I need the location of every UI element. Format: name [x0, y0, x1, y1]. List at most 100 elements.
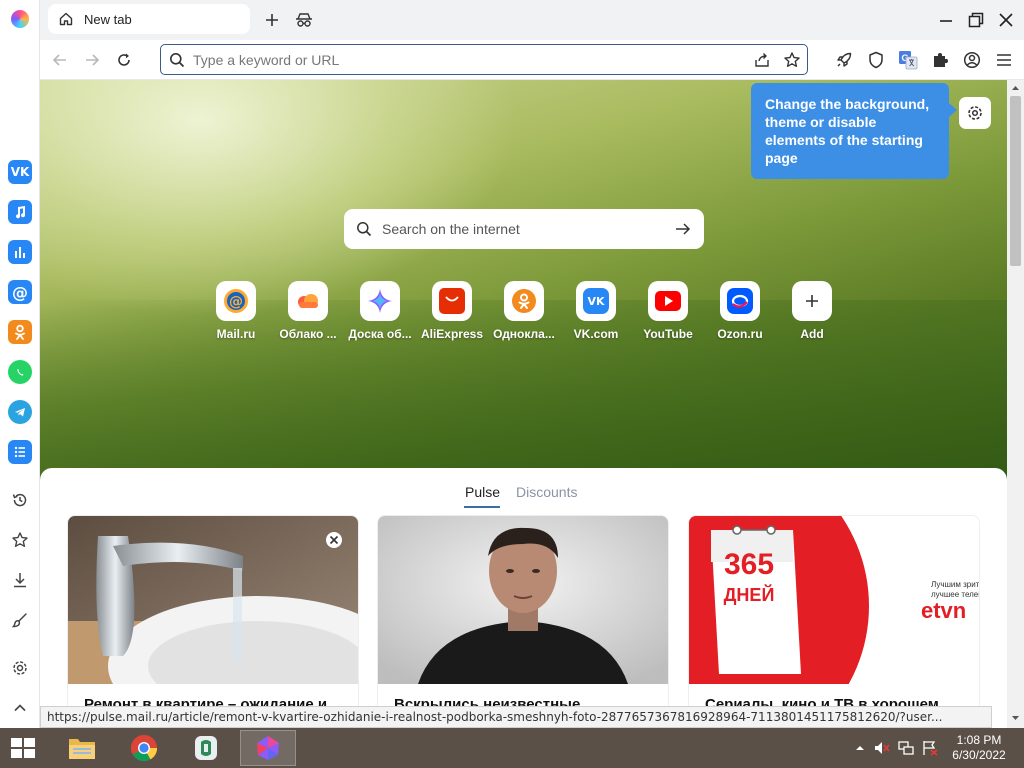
scrollbar-thumb[interactable]: [1010, 96, 1021, 266]
incognito-button[interactable]: [292, 8, 316, 32]
shortcut-odnoklassniki[interactable]: Однокла...: [491, 281, 557, 341]
tray-chevron-up-icon[interactable]: [852, 740, 868, 756]
list-icon[interactable]: [8, 440, 32, 464]
plus-icon: [266, 14, 278, 26]
clock-date: 6/30/2022: [952, 748, 1006, 762]
promo-word: ДНЕЙ: [724, 584, 775, 605]
close-window-button[interactable]: [994, 8, 1018, 32]
arrow-left-icon: [52, 54, 66, 66]
promo-number: 365: [724, 548, 774, 581]
minimize-button[interactable]: [934, 8, 958, 32]
vk-icon[interactable]: VK: [8, 160, 32, 184]
folder-icon: [69, 739, 95, 759]
history-icon[interactable]: [8, 488, 32, 512]
share-icon[interactable]: [753, 51, 771, 69]
news-card[interactable]: Ремонт в квартире – ожидание и: [68, 516, 358, 728]
youtube-icon: [648, 281, 688, 321]
translate-button[interactable]: G: [896, 48, 920, 72]
search-icon: [170, 52, 185, 67]
chrome-icon: [130, 734, 158, 762]
close-icon: [999, 13, 1013, 27]
music-icon[interactable]: [8, 200, 32, 224]
windows-logo-icon: [11, 738, 35, 758]
svg-text:VK: VK: [587, 295, 605, 308]
whatsapp-icon[interactable]: [8, 360, 32, 384]
vk-icon: VK: [576, 281, 616, 321]
ozon-icon: [720, 281, 760, 321]
reload-button[interactable]: [112, 48, 136, 72]
arrow-right-icon: [86, 54, 100, 66]
stats-icon[interactable]: [8, 240, 32, 264]
bookmark-star-icon[interactable]: [783, 51, 801, 69]
download-icon[interactable]: [8, 568, 32, 592]
tab-pulse[interactable]: Pulse: [465, 484, 500, 500]
account-button[interactable]: [960, 48, 984, 72]
atom-browser-icon: [257, 736, 279, 760]
taskbar-file-explorer[interactable]: [54, 730, 110, 766]
action-center-flag-icon[interactable]: [922, 740, 938, 756]
active-tab-indicator: [464, 506, 500, 508]
sidebar: VK @: [0, 0, 40, 728]
promo-brand: etvn: [921, 598, 966, 623]
news-card[interactable]: Вскрылись неизвестные: [378, 516, 668, 728]
telegram-icon[interactable]: [8, 400, 32, 424]
shortcut-aliexpress[interactable]: AliExpress: [419, 281, 485, 341]
clock[interactable]: 1:08 PM 6/30/2022: [944, 733, 1014, 763]
brush-icon[interactable]: [8, 608, 32, 632]
back-button[interactable]: [48, 48, 72, 72]
odnoklassniki-icon: [504, 281, 544, 321]
cloud-icon: [288, 281, 328, 321]
arrow-right-icon[interactable]: [674, 221, 692, 237]
card-image-promo: 365 ДНЕЙ Лучшим зрит лучшее телев etvn: [689, 516, 979, 684]
customize-page-button[interactable]: [959, 97, 991, 129]
taskbar-chrome[interactable]: [116, 730, 172, 766]
news-feed: Pulse Discounts Ремонт в квартире – ожид…: [40, 468, 1007, 728]
taskbar-app[interactable]: [178, 730, 234, 766]
new-tab-button[interactable]: [260, 8, 284, 32]
settings-gear-icon[interactable]: [8, 656, 32, 680]
status-bar-url: https://pulse.mail.ru/article/remont-v-k…: [40, 706, 992, 728]
volume-muted-icon[interactable]: [874, 740, 890, 756]
promo-tagline-1: Лучшим зрит: [931, 580, 979, 589]
shortcut-youtube[interactable]: YouTube: [635, 281, 701, 341]
address-bar[interactable]: [160, 44, 808, 75]
news-card[interactable]: 365 ДНЕЙ Лучшим зрит лучшее телев etvn С…: [689, 516, 979, 728]
rocket-button[interactable]: [832, 48, 856, 72]
browser-logo-icon[interactable]: [11, 10, 29, 28]
minimize-icon: [940, 20, 952, 22]
shortcut-cloud[interactable]: Облако ...: [275, 281, 341, 341]
mail-ru-icon: @: [216, 281, 256, 321]
forward-button[interactable]: [80, 48, 104, 72]
search-placeholder[interactable]: Search on the internet: [382, 221, 674, 237]
menu-button[interactable]: [992, 48, 1016, 72]
taskbar-atom-browser[interactable]: [240, 730, 296, 766]
tab-strip: New tab: [40, 0, 1024, 40]
tab-new-tab[interactable]: New tab: [48, 4, 250, 34]
puzzle-icon: [934, 53, 948, 67]
odnoklassniki-icon[interactable]: [8, 320, 32, 344]
rocket-icon: [837, 52, 852, 67]
shortcut-ozon[interactable]: Ozon.ru: [707, 281, 773, 341]
shield-icon: [869, 51, 883, 69]
restore-button[interactable]: [964, 8, 988, 32]
add-shortcut-button[interactable]: Add: [779, 281, 845, 341]
tab-label: New tab: [84, 11, 132, 27]
internet-search-box[interactable]: Search on the internet: [344, 209, 704, 249]
shortcut-vk[interactable]: VK VK.com: [563, 281, 629, 341]
address-input[interactable]: [193, 51, 753, 68]
mail-icon[interactable]: @: [8, 280, 32, 304]
tab-discounts[interactable]: Discounts: [516, 484, 577, 500]
hamburger-menu-icon: [997, 54, 1011, 66]
protect-button[interactable]: [864, 48, 888, 72]
extensions-button[interactable]: [928, 48, 952, 72]
start-button[interactable]: [8, 736, 38, 760]
scroll-down-arrow-icon[interactable]: [1011, 714, 1020, 722]
taskbar: 1:08 PM 6/30/2022: [0, 728, 1024, 768]
network-icon[interactable]: [898, 740, 914, 756]
scroll-up-arrow-icon[interactable]: [1011, 84, 1020, 92]
app-icon: [195, 736, 217, 760]
shortcut-mail-ru[interactable]: @ Mail.ru: [203, 281, 269, 341]
shortcut-ads-board[interactable]: Доска об...: [347, 281, 413, 341]
chevron-up-icon[interactable]: [8, 696, 32, 720]
bookmarks-star-icon[interactable]: [8, 528, 32, 552]
